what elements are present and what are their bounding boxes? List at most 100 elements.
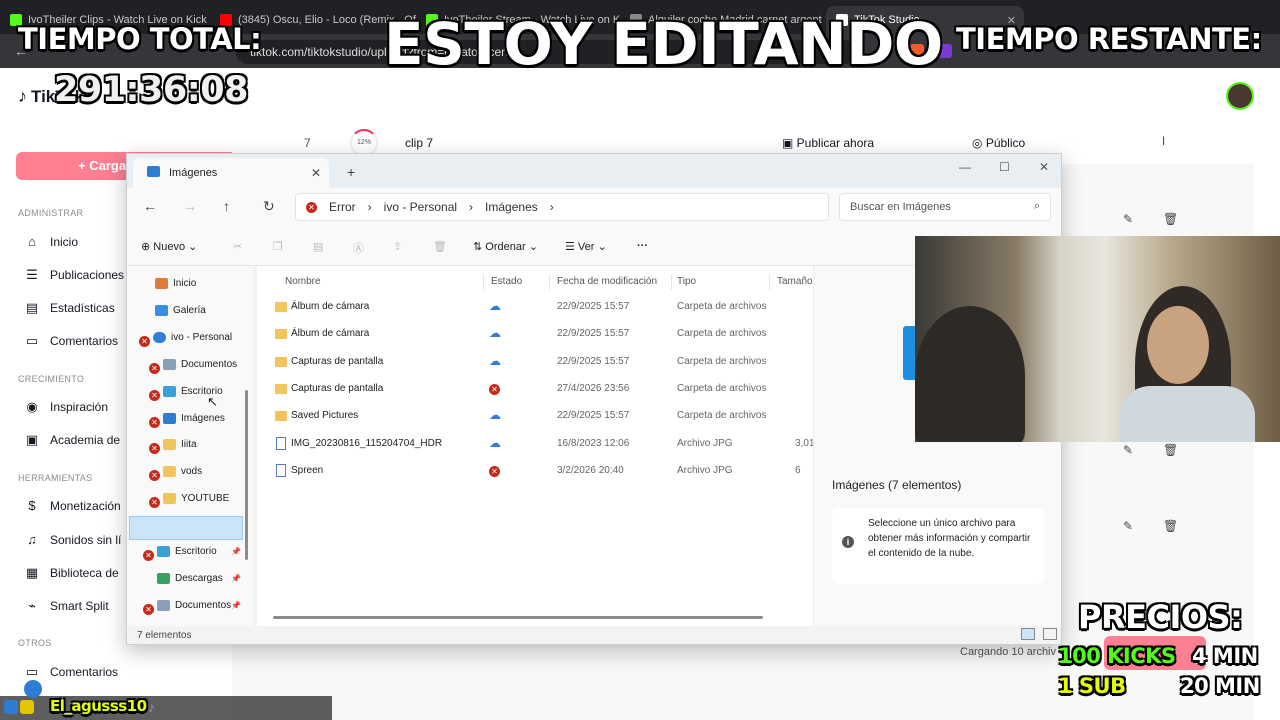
- file-size: 3,01: [795, 437, 815, 449]
- file-row[interactable]: Saved Pictures ☁ 22/9/2025 15:57 Carpeta de…: [257, 403, 813, 430]
- up-icon[interactable]: ↑: [223, 198, 230, 214]
- column-divider: [549, 274, 550, 290]
- column-header-modified[interactable]: Fecha de modificación: [557, 276, 657, 287]
- nav-images[interactable]: ✕ Imágenes: [149, 413, 225, 428]
- search-icon: ⌕: [1033, 200, 1040, 212]
- column-header-size[interactable]: Tamaño: [777, 276, 813, 287]
- sync-error-icon: ✕: [489, 465, 500, 477]
- refresh-icon[interactable]: ↻: [263, 198, 275, 215]
- edit-icon[interactable]: ✎: [1123, 519, 1133, 533]
- horizontal-scrollbar[interactable]: [273, 616, 763, 619]
- breadcrumb-account[interactable]: ivo - Personal: [384, 200, 457, 214]
- stream-title: ESTOY EDITANDO: [384, 10, 943, 78]
- privacy-select[interactable]: ◎ Público: [972, 136, 1025, 150]
- publish-now-button[interactable]: ▣ Publicar ahora: [782, 136, 874, 150]
- file-modified: 22/9/2025 15:57: [557, 410, 630, 422]
- breadcrumb-error[interactable]: Error: [329, 200, 356, 214]
- maximize-icon[interactable]: ☐: [999, 160, 1010, 174]
- share-icon[interactable]: ⇪: [393, 240, 402, 253]
- file-type: Carpeta de archivos: [677, 355, 767, 367]
- error-icon: ✕: [149, 417, 160, 428]
- folder-icon: [275, 411, 287, 422]
- file-row[interactable]: Capturas de pantalla ✕ 27/4/2026 23:56 Carp…: [257, 376, 813, 403]
- quick-desktop[interactable]: ✕ Escritorio: [143, 546, 217, 561]
- view-button[interactable]: ☰ Ver ⌄: [565, 240, 607, 253]
- close-window-icon[interactable]: ✕: [1039, 160, 1049, 174]
- close-icon[interactable]: ✕: [311, 166, 321, 180]
- nav-iiita[interactable]: ✕ Iiita: [149, 439, 197, 454]
- loading-status: Cargando 10 archiv: [960, 646, 1057, 658]
- list-icon: ☰: [26, 267, 38, 282]
- back-icon[interactable]: ←: [143, 198, 157, 214]
- nav-item-library[interactable]: ▦ Biblioteca de: [24, 565, 119, 581]
- file-name: Spreen: [291, 464, 324, 476]
- nav-item-sounds[interactable]: ♫ Sonidos sin lí: [24, 532, 121, 548]
- cut-icon[interactable]: ✂: [233, 240, 242, 253]
- column-divider: [483, 274, 484, 290]
- publish-label: Publicar ahora: [796, 136, 875, 150]
- nav-item-inspiration[interactable]: ◉ Inspiración: [24, 399, 108, 415]
- rename-icon[interactable]: Ⓐ: [353, 240, 364, 256]
- file-row[interactable]: Capturas de pantalla ☁ 22/9/2025 15:57 Carp…: [257, 349, 813, 376]
- nav-item-home[interactable]: ⌂ Inicio: [24, 234, 78, 250]
- delete-icon[interactable]: ǀ: [1162, 134, 1165, 148]
- sort-button[interactable]: ⇅ Ordenar ⌄: [473, 240, 538, 253]
- file-row[interactable]: Spreen ✕ 3/2/2026 20:40 Archivo JPG 6: [257, 458, 813, 485]
- sort-label: Ordenar: [485, 241, 526, 253]
- trash-icon[interactable]: 🗑: [1163, 443, 1178, 457]
- address-breadcrumb[interactable]: ✕ Error › ivo - Personal › Imágenes ›: [295, 193, 829, 221]
- nav-youtube[interactable]: ✕ YOUTUBE: [149, 493, 229, 508]
- delete-icon[interactable]: 🗑: [433, 240, 447, 253]
- search-input[interactable]: Buscar en Imágenes ⌕: [839, 193, 1051, 221]
- column-header-name[interactable]: Nombre: [285, 276, 321, 287]
- file-name: Capturas de pantalla: [291, 382, 384, 394]
- copy-icon[interactable]: ❐: [273, 240, 283, 253]
- nav-item-analytics[interactable]: ▤ Estadísticas: [24, 300, 115, 316]
- chat-username: El_agusss10: [50, 697, 147, 715]
- file-size: 6: [795, 464, 801, 476]
- paused-indicator: PAUSED: [998, 66, 1202, 120]
- paste-icon[interactable]: ▤: [313, 240, 323, 253]
- edit-icon[interactable]: ✎: [1123, 443, 1133, 457]
- file-row[interactable]: IMG_20230816_115204704_HDR ☁ 16/8/2023 12:…: [257, 431, 815, 458]
- breadcrumb-folder[interactable]: Imágenes: [485, 200, 538, 214]
- nav-item-academy[interactable]: ▣ Academia de: [24, 432, 120, 448]
- nav-onedrive[interactable]: ✕ ivo - Personal: [139, 332, 232, 347]
- new-button[interactable]: ⊕ Nuevo ⌄: [141, 240, 197, 253]
- nav-vods[interactable]: ✕ vods: [149, 466, 202, 481]
- nav-item-monetization[interactable]: $ Monetización: [24, 498, 120, 514]
- total-time-label: TIEMPO TOTAL:: [18, 22, 262, 56]
- column-header-status[interactable]: Estado: [491, 276, 522, 287]
- nav-label: Sonidos sin lí: [50, 533, 122, 547]
- trash-icon[interactable]: 🗑: [1163, 212, 1178, 226]
- calendar-icon: ▣: [782, 136, 797, 150]
- new-tab-icon[interactable]: +: [347, 164, 355, 180]
- folder-icon: [163, 466, 176, 477]
- explorer-tab[interactable]: Imágenes ✕: [133, 158, 329, 188]
- minimize-icon[interactable]: —: [959, 160, 971, 174]
- nav-item-comments[interactable]: ▭ Comentarios: [24, 333, 118, 349]
- image-file-icon: [276, 463, 286, 477]
- file-modified: 22/9/2025 15:57: [557, 328, 630, 340]
- nav-home[interactable]: Inicio: [155, 278, 196, 289]
- nav-gallery[interactable]: Galería: [155, 305, 206, 316]
- status-bar-count: 7 elementos: [137, 630, 192, 641]
- file-row[interactable]: Álbum de cámara ☁ 22/9/2025 15:57 Carpeta d…: [257, 294, 813, 321]
- chat-avatar: [24, 680, 42, 698]
- quick-documents[interactable]: ✕ Documentos: [143, 600, 231, 615]
- tiles-view-icon[interactable]: [1043, 628, 1057, 640]
- nav-item-posts[interactable]: ☰ Publicaciones: [24, 267, 124, 283]
- forward-icon[interactable]: →: [183, 198, 197, 214]
- edit-icon[interactable]: ✎: [1123, 212, 1133, 226]
- nav-item-comments-other[interactable]: ▭ Comentarios: [24, 664, 118, 680]
- trash-icon[interactable]: 🗑: [1163, 519, 1178, 533]
- more-options-icon[interactable]: ···: [637, 240, 648, 252]
- details-view-icon[interactable]: [1021, 628, 1035, 640]
- column-header-type[interactable]: Tipo: [677, 276, 696, 287]
- quick-downloads[interactable]: Descargas: [157, 573, 223, 584]
- nav-documents[interactable]: ✕ Documentos: [149, 359, 237, 374]
- nav-item-smart-split[interactable]: ⌁ Smart Split: [24, 598, 109, 614]
- file-row[interactable]: Álbum de cámara ☁ 22/9/2025 15:57 Carpeta d…: [257, 321, 813, 348]
- sidebar-scrollbar[interactable]: [245, 390, 248, 560]
- price-kicks-label: 100 KICKS: [1058, 644, 1176, 668]
